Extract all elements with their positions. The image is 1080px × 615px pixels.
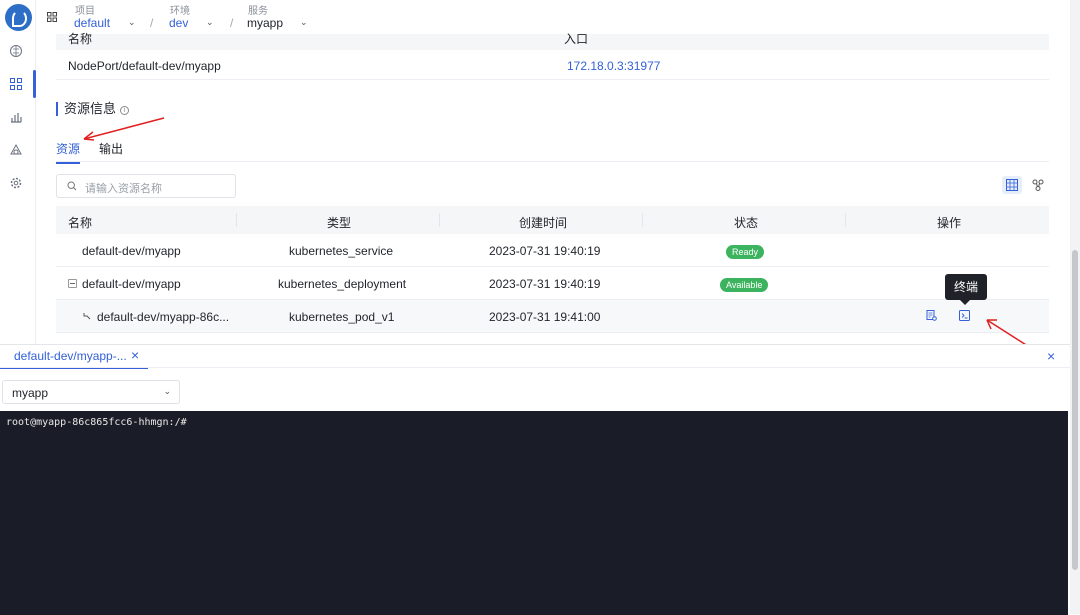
entry-table: 名称 入口 NodePort/default-dev/myapp 172.18.… xyxy=(56,32,1049,80)
terminal-tab-label[interactable]: default-dev/myapp-... xyxy=(14,349,127,363)
graph-icon xyxy=(1032,179,1044,191)
scrollbar-thumb[interactable] xyxy=(1072,250,1078,570)
search-placeholder: 请输入资源名称 xyxy=(85,183,162,195)
chart-icon[interactable] xyxy=(9,110,23,124)
resource-name: default-dev/myapp xyxy=(82,244,181,258)
table-view-button[interactable] xyxy=(1002,176,1022,194)
container-select[interactable]: myapp ⌄ xyxy=(2,380,180,404)
breadcrumb-separator: / xyxy=(150,16,154,30)
table-row: NodePort/default-dev/myapp 172.18.0.3:31… xyxy=(56,50,1049,80)
entry-name: NodePort/default-dev/myapp xyxy=(68,59,221,73)
chevron-down-icon[interactable]: ⌄ xyxy=(128,17,136,28)
resources-table-header: 名称 类型 创建时间 状态 操作 xyxy=(56,206,1049,234)
column-header-created: 创建时间 xyxy=(519,216,568,230)
terminal-screen[interactable]: root@myapp-86c865fcc6-hhmgn:/# xyxy=(0,411,1068,615)
service-select[interactable]: myapp xyxy=(247,16,283,30)
terminal-prompt: root@myapp-86c865fcc6-hhmgn:/# xyxy=(6,417,187,428)
entry-link[interactable]: 172.18.0.3:31977 xyxy=(567,59,660,73)
env-label: 环境 xyxy=(170,6,190,17)
resource-created: 2023-07-31 19:41:00 xyxy=(489,310,601,324)
env-select[interactable]: dev xyxy=(169,16,188,30)
resource-created: 2023-07-31 19:40:19 xyxy=(489,244,601,258)
annotation-arrow xyxy=(83,117,165,141)
project-label: 项目 xyxy=(75,6,95,17)
table-row: default-dev/myapp kubernetes_service 202… xyxy=(56,234,1049,267)
app-logo[interactable] xyxy=(5,4,32,31)
panel-close-icon[interactable]: × xyxy=(1047,348,1055,364)
terminal-tooltip: 终端 xyxy=(945,274,988,305)
search-icon xyxy=(67,181,77,191)
main-content: 名称 入口 NodePort/default-dev/myapp 172.18.… xyxy=(36,32,1070,349)
top-breadcrumb-bar: 项目 default ⌄ / 环境 dev ⌄ / 服务 myapp ⌄ xyxy=(36,0,1070,34)
resources-table: 名称 类型 创建时间 状态 操作 default-dev/myapp kuber… xyxy=(56,206,1049,333)
collapse-icon[interactable] xyxy=(68,279,77,288)
table-row: default-dev/myapp kubernetes_deployment … xyxy=(56,267,1049,300)
divider xyxy=(0,367,1070,368)
service-label: 服务 xyxy=(248,6,268,17)
container-select-value: myapp xyxy=(12,386,49,400)
column-header-type: 类型 xyxy=(327,216,352,230)
resource-created: 2023-07-31 19:40:19 xyxy=(489,277,601,291)
resource-type: kubernetes_pod_v1 xyxy=(289,310,395,324)
resource-type: kubernetes_deployment xyxy=(278,277,407,291)
chevron-down-icon: ⌄ xyxy=(163,386,171,396)
resource-name: default-dev/myapp xyxy=(82,277,181,291)
status-badge: Ready xyxy=(726,245,765,259)
apps-icon[interactable] xyxy=(47,12,57,22)
column-header-status: 状态 xyxy=(734,216,759,230)
search-input[interactable]: 请输入资源名称 xyxy=(56,174,236,198)
gear-icon[interactable] xyxy=(9,176,23,190)
resource-name: default-dev/myapp-86c... xyxy=(97,310,230,324)
chevron-down-icon[interactable]: ⌄ xyxy=(300,17,308,28)
column-header-actions: 操作 xyxy=(937,216,962,230)
shapes-icon[interactable] xyxy=(9,143,23,157)
resource-tabs: 资源 输出 xyxy=(56,138,1049,164)
close-icon[interactable]: × xyxy=(131,347,139,363)
table-icon xyxy=(1006,179,1018,191)
column-header-name: 名称 xyxy=(68,32,93,46)
project-select[interactable]: default xyxy=(74,16,110,30)
topology-view-button[interactable] xyxy=(1028,176,1048,194)
chevron-down-icon[interactable]: ⌄ xyxy=(206,17,214,28)
column-header-name: 名称 xyxy=(68,216,93,230)
table-row: default-dev/myapp-86c... kubernetes_pod_… xyxy=(56,300,1049,333)
terminal-panel: default-dev/myapp-... × × myapp ⌄ root@m… xyxy=(0,344,1070,615)
tree-branch-icon xyxy=(83,313,91,320)
brain-icon[interactable] xyxy=(9,44,23,58)
log-icon[interactable] xyxy=(926,310,937,321)
column-header-entry: 入口 xyxy=(564,32,589,46)
terminal-icon[interactable] xyxy=(959,310,970,321)
resource-type: kubernetes_service xyxy=(289,244,394,258)
status-badge: Available xyxy=(720,278,769,292)
breadcrumb-separator: / xyxy=(230,16,234,30)
grid-icon[interactable] xyxy=(9,77,23,91)
entry-table-header: 名称 入口 xyxy=(56,32,1049,50)
